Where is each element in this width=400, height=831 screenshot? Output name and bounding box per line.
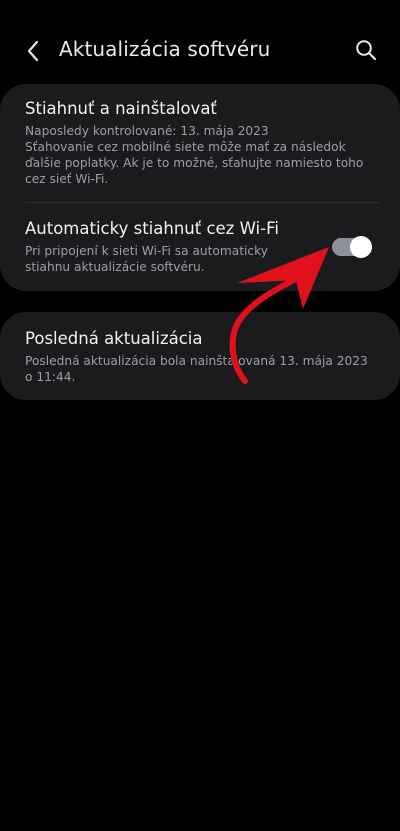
search-button[interactable] <box>350 34 382 66</box>
toggle-knob <box>350 236 372 258</box>
app-bar: Aktualizácia softvéru <box>0 0 400 84</box>
last-update-card[interactable]: Posledná aktualizácia Posledná aktualizá… <box>0 312 400 400</box>
auto-download-title: Automaticky stiahnuť cez Wi-Fi <box>25 219 279 238</box>
back-button[interactable] <box>18 36 48 66</box>
chevron-left-icon <box>27 40 39 62</box>
settings-card-updates: Stiahnuť a nainštalovať Naposledy kontro… <box>0 84 400 291</box>
software-update-screen: Aktualizácia softvéru Stiahnuť a nainšta… <box>0 0 400 831</box>
last-update-title: Posledná aktualizácia <box>25 329 203 348</box>
divider <box>25 202 379 203</box>
search-icon <box>356 40 377 61</box>
auto-download-toggle[interactable] <box>332 235 373 259</box>
last-update-desc-2: o 11:44. <box>25 370 76 384</box>
auto-download-desc-2: stiahnu aktualizácie softvéru. <box>25 260 205 274</box>
last-update-desc-1: Posledná aktualizácia bola nainštalovaná… <box>25 354 368 368</box>
download-install-desc-1: Naposledy kontrolované: 13. mája 2023 <box>25 124 269 138</box>
download-install-desc-4: cez sieť Wi-Fi. <box>25 172 109 186</box>
download-install-desc-3: ďalšie poplatky. Ak je to možné, sťahujt… <box>25 156 364 170</box>
auto-download-desc-1: Pri pripojení k sieti Wi-Fi sa automatic… <box>25 244 268 258</box>
page-title: Aktualizácia softvéru <box>59 37 271 61</box>
download-install-title: Stiahnuť a nainštalovať <box>25 99 217 118</box>
download-install-desc-2: Sťahovanie cez mobilné siete môže mať za… <box>25 140 346 154</box>
